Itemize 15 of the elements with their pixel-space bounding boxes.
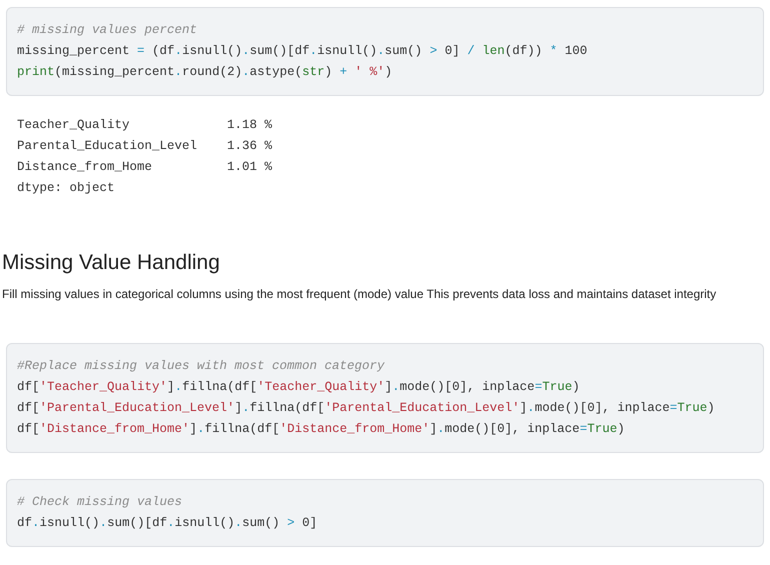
section-heading: Missing Value Handling: [1, 250, 220, 276]
code-comment: # Check missing values: [17, 494, 182, 511]
code-comment: #Replace missing values with most common category: [17, 358, 385, 375]
code-line: df['Distance_from_Home'].fillna(df['Distance_from_Home'].mode()[0], inplace=True): [17, 421, 625, 438]
code-line: df['Teacher_Quality'].fillna(df['Teacher_Quality'].mode()[0], inplace=True): [17, 379, 580, 396]
code-line: missing_percent = (df.isnull().sum()[df.isnull().sum() > 0] / len(df)) * 100: [17, 43, 588, 60]
description-text: Fill missing values in categorical columns using the most frequent (mode) value This prevents data loss and maintains dataset integrity: [1, 286, 716, 303]
code-line: df['Parental_Education_Level'].fillna(df['Parental_Education_Level'].mode()[0], inplace=True): [17, 400, 715, 417]
code-line: print(missing_percent.round(2).astype(str) + ' %'): [17, 64, 392, 81]
output-line: Parental_Education_Level 1.36 %: [17, 138, 272, 155]
code-comment: # missing values percent: [17, 22, 198, 39]
output-line: dtype: object: [17, 180, 115, 197]
code-line: df.isnull().sum()[df.isnull().sum() > 0]: [17, 515, 318, 532]
output-line: Teacher_Quality 1.18 %: [17, 117, 272, 134]
output-line: Distance_from_Home 1.01 %: [17, 159, 272, 176]
